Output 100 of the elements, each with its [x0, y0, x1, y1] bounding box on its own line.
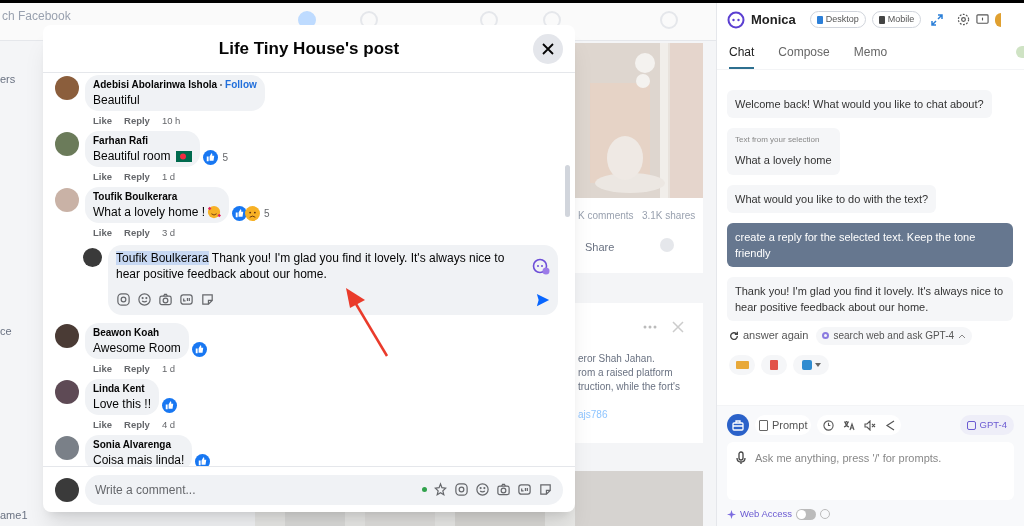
model-icon	[966, 420, 976, 430]
gif-icon[interactable]	[517, 482, 532, 497]
avatar[interactable]	[55, 76, 79, 100]
chat-input-field[interactable]: Ask me anything, press '/' for prompts.	[727, 442, 1014, 500]
feedback-icon[interactable]	[976, 13, 990, 26]
avatar[interactable]	[55, 132, 79, 156]
reply-link[interactable]: Reply	[124, 361, 150, 377]
comment-text: Beautiful room	[93, 148, 171, 164]
comment-input[interactable]: Write a comment...	[95, 480, 416, 499]
search-web-button[interactable]: search web and ask GPT-4	[816, 326, 973, 345]
web-access-label: Web Access	[740, 506, 793, 521]
commenter-name[interactable]: Toufik Boulkerara	[93, 190, 178, 204]
camera-icon[interactable]	[496, 482, 511, 497]
like-link[interactable]: Like	[93, 169, 112, 185]
gif-icon[interactable]	[179, 292, 194, 307]
commenter-name[interactable]: Beawon Koah	[93, 326, 160, 340]
emoji-icon[interactable]	[137, 292, 152, 307]
selection-text: What a lovely home	[735, 153, 832, 168]
app-title: Monica	[751, 10, 796, 29]
reaction-count[interactable]: 5	[232, 206, 270, 221]
reply-link[interactable]: Reply	[124, 417, 150, 433]
like-link[interactable]: Like	[93, 417, 112, 433]
commenter-name[interactable]: Linda Kent	[93, 382, 145, 396]
tab[interactable]: Chat	[729, 43, 755, 69]
search-text: ch Facebook	[2, 8, 71, 25]
avatar[interactable]	[55, 324, 79, 348]
like-link[interactable]: Like	[93, 225, 112, 241]
comment-time[interactable]: 3 d	[161, 225, 176, 241]
user-message: create a reply for the selected text. Keep the tone friendly	[727, 222, 1013, 267]
assistant-message: Thank you! I'm glad you find it lovely. It's always nice to hear positive feedback about our home.	[727, 276, 1013, 321]
microphone-icon[interactable]	[735, 451, 747, 465]
like-link[interactable]: Like	[93, 361, 112, 377]
caret-up-icon	[958, 332, 967, 339]
comment-time[interactable]: 1 d	[161, 361, 176, 377]
sidebar-text: ers	[0, 72, 16, 87]
model-selector[interactable]: GPT-4	[959, 415, 1014, 435]
expand-icon[interactable]	[931, 13, 944, 26]
answer-again-button[interactable]: answer again	[729, 327, 809, 344]
commenter-name[interactable]: Sonia Alvarenga	[93, 438, 171, 452]
send-icon[interactable]	[536, 292, 550, 307]
comment-text: Coisa mais linda!	[93, 452, 185, 466]
comment-text: Love this !!	[93, 396, 152, 412]
smiley-hearts-icon	[207, 205, 222, 219]
pdf-icon[interactable]	[761, 354, 787, 375]
puzzle-icon[interactable]	[793, 354, 829, 375]
history-icon[interactable]	[823, 419, 835, 431]
reaction-count[interactable]	[191, 342, 207, 357]
sparkle-sticker-icon[interactable]	[433, 482, 448, 497]
close-button[interactable]	[533, 34, 563, 64]
like-reaction-icon	[191, 342, 207, 357]
sidebar-text: ce	[0, 324, 12, 339]
assistant-message: Welcome back! What would you like to chat about?	[727, 90, 992, 118]
comment-field[interactable]: Write a comment...	[85, 474, 563, 505]
sticker-icon[interactable]	[538, 482, 553, 497]
comment-time[interactable]: 1 d	[161, 169, 176, 185]
emoji-icon[interactable]	[475, 482, 490, 497]
web-access-toggle[interactable]	[796, 508, 817, 520]
reply-field[interactable]: Toufik Boulkerara Thank you! I'm glad you find it lovely. It's always nice to hear positive feedback about our home.	[108, 245, 558, 315]
sticker-icon[interactable]	[200, 292, 215, 307]
reply-link[interactable]: Reply	[124, 169, 150, 185]
chat-input[interactable]: Ask me anything, press '/' for prompts.	[755, 450, 1006, 467]
gear-icon	[822, 332, 830, 339]
toolbox-button[interactable]	[727, 414, 749, 436]
reaction-count[interactable]: 5	[203, 150, 228, 165]
user-avatar[interactable]	[55, 477, 79, 502]
reaction-count[interactable]	[162, 398, 178, 413]
reply-link[interactable]: Reply	[124, 225, 150, 241]
ai-assistant-icon[interactable]	[532, 258, 550, 276]
like-reaction-icon	[195, 454, 211, 466]
avatar[interactable]	[55, 380, 79, 404]
scrollbar-thumb[interactable]	[565, 165, 570, 217]
reaction-count[interactable]	[195, 454, 211, 466]
translate-icon[interactable]	[843, 419, 856, 431]
like-link[interactable]: Like	[93, 113, 112, 129]
tab[interactable]: Memo	[853, 43, 888, 69]
post-text: eror Shah Jahan.	[578, 352, 655, 366]
user-avatar[interactable]	[83, 248, 102, 267]
tab[interactable]: Compose	[778, 43, 830, 69]
camera-icon[interactable]	[158, 292, 173, 307]
reply-link[interactable]: Reply	[124, 113, 150, 129]
settings-icon[interactable]	[957, 13, 971, 26]
avatar-sticker-icon[interactable]	[454, 482, 469, 497]
comment-time[interactable]: 4 d	[161, 417, 176, 433]
commenter-name[interactable]: Farhan Rafi	[93, 134, 148, 148]
post-text: rom a raised platform	[578, 366, 673, 380]
comment-text: Awesome Room	[93, 340, 181, 356]
comment-time[interactable]: 10 h	[161, 113, 181, 129]
follow-link[interactable]: Follow	[225, 78, 257, 92]
share-icon[interactable]	[885, 419, 896, 431]
share-text: Share	[585, 240, 615, 255]
prompt-button[interactable]: Prompt	[755, 415, 812, 435]
selection-caption: Text from your selection	[735, 134, 821, 146]
avatar-sticker-icon[interactable]	[116, 292, 131, 307]
commenter-name[interactable]: Adebisi Abolarinwa Ishola	[93, 78, 218, 92]
monitor-icon	[816, 15, 823, 24]
comment-text: What a lovely home !	[93, 204, 206, 220]
mute-icon[interactable]	[864, 419, 877, 431]
comment-text: Beautiful	[93, 92, 140, 108]
close-icon	[542, 43, 554, 55]
document-icon	[759, 419, 768, 431]
